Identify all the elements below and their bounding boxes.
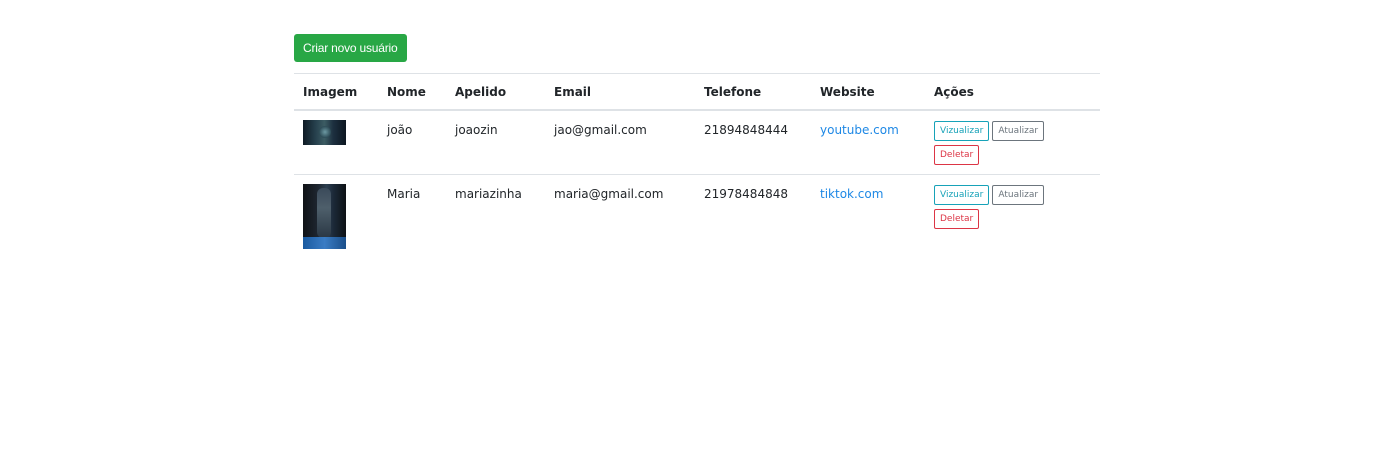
header-apelido: Apelido bbox=[455, 84, 507, 99]
table-row: Maria mariazinha maria@gmail.com 2197848… bbox=[294, 175, 1100, 251]
update-button[interactable]: Atualizar bbox=[992, 121, 1045, 141]
header-website: Website bbox=[820, 84, 875, 99]
header-acoes: Ações bbox=[934, 84, 974, 99]
table-header: Imagem Nome Apelido Email Telefone Websi… bbox=[294, 74, 1100, 111]
user-avatar-image bbox=[303, 184, 346, 249]
cell-apelido: mariazinha bbox=[455, 187, 522, 201]
cell-nome: Maria bbox=[387, 187, 421, 201]
update-button[interactable]: Atualizar bbox=[992, 185, 1045, 205]
user-avatar-image bbox=[303, 120, 346, 145]
delete-button[interactable]: Deletar bbox=[934, 209, 980, 229]
cell-nome: joão bbox=[387, 123, 413, 137]
website-link[interactable]: tiktok.com bbox=[820, 187, 883, 201]
cell-email: jao@gmail.com bbox=[554, 123, 647, 137]
create-user-button[interactable]: Criar novo usuário bbox=[294, 34, 408, 62]
row-actions: Vizualizar Atualizar Deletar bbox=[934, 121, 1054, 165]
header-telefone: Telefone bbox=[704, 84, 762, 99]
cell-telefone: 21978484848 bbox=[704, 187, 788, 201]
header-email: Email bbox=[554, 84, 592, 99]
users-table: Imagem Nome Apelido Email Telefone Websi… bbox=[294, 73, 1100, 251]
cell-apelido: joaozin bbox=[455, 123, 498, 137]
cell-telefone: 21894848444 bbox=[704, 123, 788, 137]
header-imagem: Imagem bbox=[303, 84, 358, 99]
view-button[interactable]: Vizualizar bbox=[934, 185, 990, 205]
cell-email: maria@gmail.com bbox=[554, 187, 664, 201]
delete-button[interactable]: Deletar bbox=[934, 145, 980, 165]
view-button[interactable]: Vizualizar bbox=[934, 121, 990, 141]
table-row: joão joaozin jao@gmail.com 21894848444 y… bbox=[294, 111, 1100, 175]
header-nome: Nome bbox=[387, 84, 426, 99]
row-actions: Vizualizar Atualizar Deletar bbox=[934, 185, 1054, 229]
website-link[interactable]: youtube.com bbox=[820, 123, 899, 137]
main-container: Criar novo usuário Imagem Nome Apelido E… bbox=[294, 34, 1100, 251]
